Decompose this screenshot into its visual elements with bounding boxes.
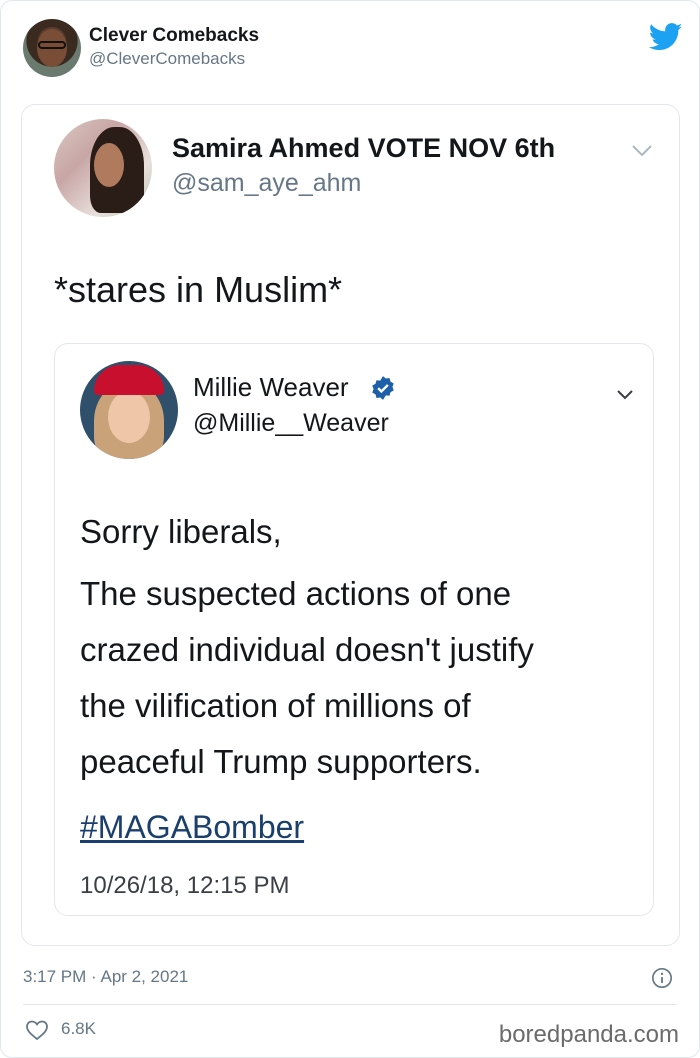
heart-icon[interactable] — [25, 1019, 49, 1041]
quoted-tweet-timestamp: 10/26/18, 12:15 PM — [80, 872, 290, 899]
avatar-hat — [94, 365, 164, 395]
like-count[interactable]: 6.8K — [61, 1019, 96, 1039]
hashtag-link: #MAGABomber — [80, 809, 305, 845]
millie-handle: @Millie__Weaver — [193, 409, 389, 437]
watermark: boredpanda.com — [498, 1021, 679, 1048]
tweet-line: the vilification of millions of — [80, 687, 471, 724]
twitter-bird-icon[interactable] — [649, 23, 683, 51]
screenshot-tweet: Samira Ahmed VOTE NOV 6th @sam_aye_ahm *… — [21, 104, 680, 946]
tweet-line: Sorry liberals, — [80, 513, 282, 550]
tweet-timestamp[interactable]: 3:17 PM · Apr 2, 2021 — [23, 967, 188, 987]
avatar-face — [108, 391, 150, 443]
samira-name: Samira Ahmed VOTE NOV 6th — [172, 133, 556, 163]
millie-avatar — [80, 361, 178, 459]
tweet-line: peaceful Trump supporters. — [80, 743, 482, 780]
divider — [23, 1004, 677, 1005]
chevron-down-icon — [617, 390, 633, 400]
avatar-face — [94, 143, 124, 187]
info-icon[interactable] — [651, 967, 673, 989]
author-name[interactable]: Clever Comebacks — [89, 25, 259, 47]
tweet-header: Clever Comebacks @CleverComebacks — [23, 19, 683, 79]
tweet-line: The suspected actions of one — [80, 575, 512, 612]
samira-avatar — [54, 119, 152, 217]
samira-tweet-text: *stares in Muslim* — [54, 269, 343, 310]
quoted-tweet-body: Sorry liberals, The suspected actions of… — [80, 504, 640, 790]
verified-badge-icon — [372, 376, 394, 400]
tweet-line: crazed individual doesn't justify — [80, 631, 534, 668]
tweet-card: Clever Comebacks @CleverComebacks Samira… — [0, 0, 700, 1058]
author-handle[interactable]: @CleverComebacks — [89, 49, 245, 69]
chevron-down-icon — [632, 145, 652, 157]
millie-name: Millie Weaver — [193, 372, 349, 402]
samira-handle: @sam_aye_ahm — [172, 169, 362, 197]
author-avatar[interactable] — [23, 19, 81, 77]
quoted-tweet: Millie Weaver @Millie__Weaver Sorry libe… — [54, 343, 654, 916]
avatar-glasses — [38, 41, 66, 49]
